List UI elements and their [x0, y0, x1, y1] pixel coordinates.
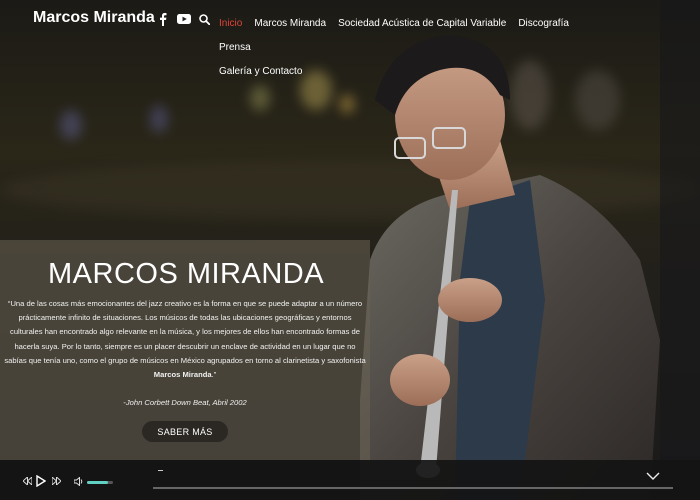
nav-item-galeria-contacto[interactable]: Galería y Contacto: [219, 60, 302, 84]
search-icon[interactable]: [198, 11, 210, 27]
audio-player: [0, 460, 700, 500]
main-nav: Inicio Marcos Miranda Sociedad Acústica de…: [219, 12, 599, 84]
nav-item-discografia[interactable]: Discografía: [518, 12, 569, 36]
previous-icon[interactable]: [22, 476, 32, 486]
quote-citation: -John Corbett Down Beat, Abril 2002: [123, 398, 247, 407]
facebook-icon[interactable]: [158, 11, 168, 27]
volume-icon[interactable]: [74, 476, 85, 486]
youtube-icon[interactable]: [177, 11, 191, 27]
site-logo[interactable]: Marcos Miranda: [33, 9, 155, 27]
quote-end: .”: [211, 370, 217, 380]
nav-item-prensa[interactable]: Prensa: [219, 36, 251, 60]
saber-mas-button[interactable]: SABER MÁS: [142, 421, 228, 442]
nav-item-inicio[interactable]: Inicio: [219, 12, 242, 36]
site-header: Marcos Miranda Inicio Marcos Miranda Socie…: [0, 0, 700, 77]
volume-level: [87, 481, 108, 484]
track-title-placeholder: [158, 470, 163, 471]
hero-title: MARCOS MIRANDA: [48, 258, 325, 290]
play-icon[interactable]: [35, 474, 47, 488]
chevron-down-icon[interactable]: [645, 470, 661, 482]
hero-quote: “Una de las cosas más emocionantes del j…: [4, 297, 366, 382]
nav-item-sociedad-acustica[interactable]: Sociedad Acústica de Capital Variable: [338, 12, 506, 36]
quote-text: “Una de las cosas más emocionantes del j…: [4, 299, 366, 365]
quote-name: Marcos Miranda: [153, 370, 212, 380]
next-icon[interactable]: [51, 476, 61, 486]
nav-item-marcos-miranda[interactable]: Marcos Miranda: [254, 12, 326, 36]
volume-slider[interactable]: [87, 481, 113, 484]
progress-bar[interactable]: [153, 487, 673, 489]
